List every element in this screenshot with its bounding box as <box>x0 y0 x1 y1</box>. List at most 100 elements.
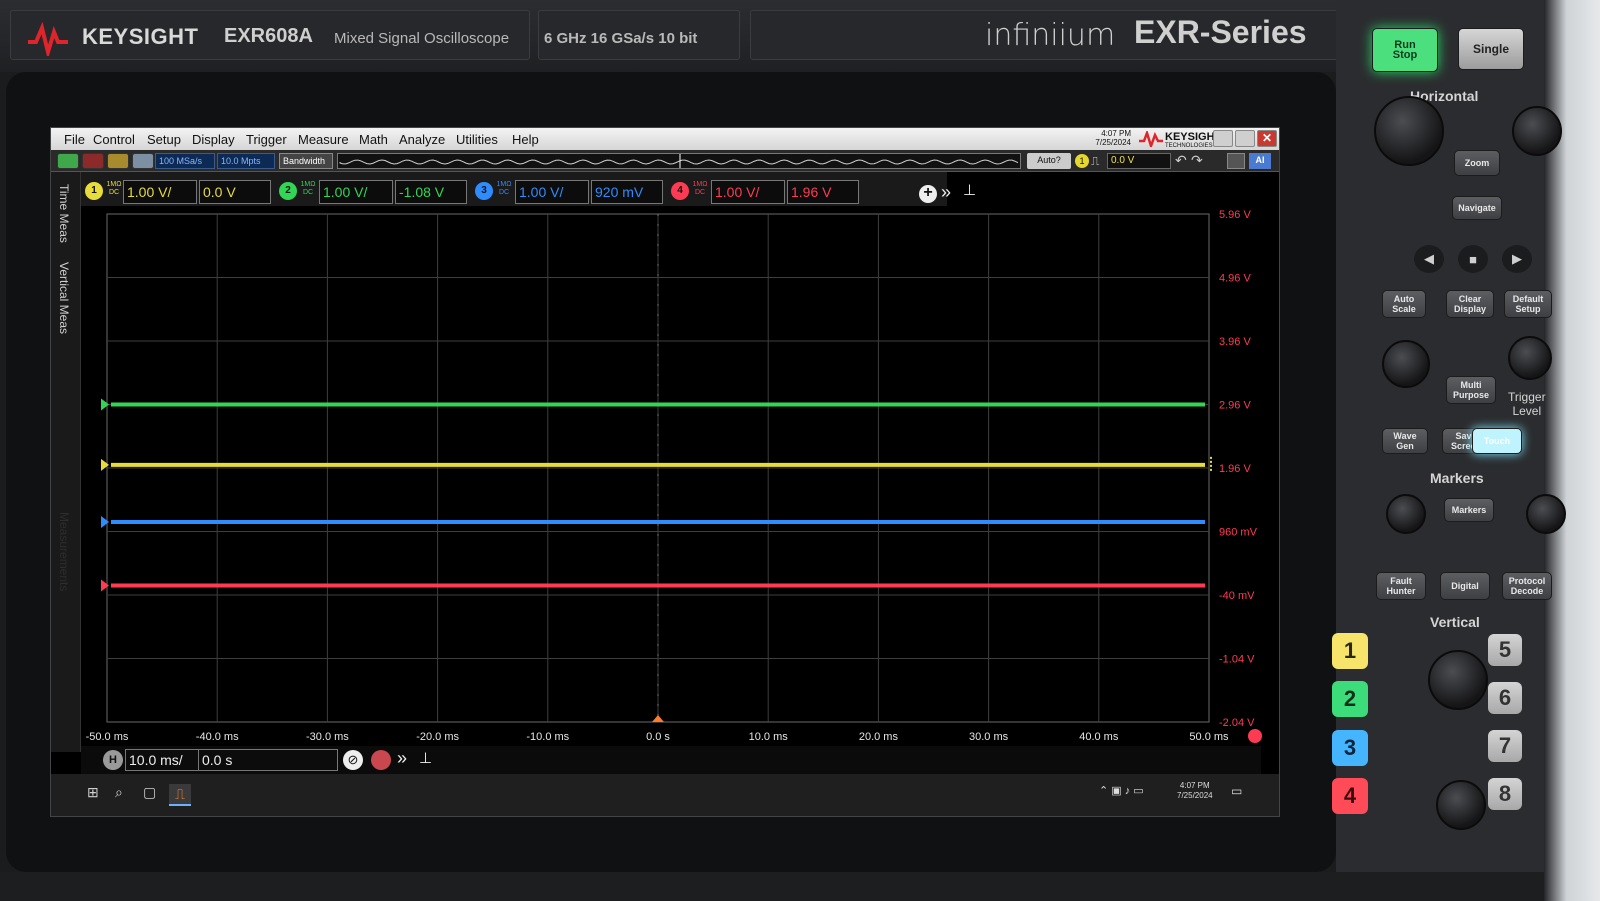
horizontal-position-field[interactable]: 0.0 s <box>198 749 338 771</box>
notification-icon[interactable]: ▭ <box>1231 784 1242 798</box>
memory-depth-field[interactable]: 10.0 Mpts <box>217 153 275 169</box>
channel-8-button[interactable]: 8 <box>1488 778 1522 810</box>
channel-3-button[interactable]: 3 <box>1332 730 1368 766</box>
menu-control[interactable]: Control <box>93 132 135 147</box>
channel-1-offset[interactable]: 0.0 V <box>199 180 271 204</box>
add-channel-icon[interactable]: + <box>919 185 937 203</box>
trigger-source-badge[interactable]: 1 <box>1075 154 1089 168</box>
windows-start-icon[interactable]: ⊞ <box>87 784 99 801</box>
single-button[interactable]: Single <box>1458 28 1524 70</box>
digital-button[interactable]: Digital <box>1440 572 1490 600</box>
chevron-right-icon[interactable]: » <box>941 182 951 203</box>
channel-1-badge[interactable]: 1 <box>85 182 103 200</box>
channel-3-offset[interactable]: 920 mV <box>591 180 663 204</box>
channel-3-badge[interactable]: 3 <box>475 182 493 200</box>
channel-1-scale[interactable]: 1.00 V/ <box>123 180 197 204</box>
close-button[interactable]: ✕ <box>1257 130 1277 147</box>
chevron-right-icon[interactable]: » <box>397 748 407 769</box>
taskbar-clock[interactable]: 4:07 PM 7/25/2024 <box>1177 781 1213 801</box>
nav-left-icon[interactable]: ◀ <box>1414 245 1444 273</box>
channel-4-badge[interactable]: 4 <box>671 182 689 200</box>
menu-trigger[interactable]: Trigger <box>246 132 287 147</box>
horizontal-scale-field[interactable]: 10.0 ms/ <box>125 749 200 771</box>
search-icon[interactable]: ⌕ <box>115 784 123 801</box>
acquisition-overview[interactable] <box>337 153 1021 169</box>
ai-assist-button[interactable]: AI <box>1249 153 1271 169</box>
redo-icon[interactable]: ↷ <box>1191 152 1203 169</box>
protocol-decode-button[interactable]: Protocol Decode <box>1502 572 1552 600</box>
toolbar-single-button[interactable] <box>107 153 129 169</box>
trigger-level-field[interactable]: 0.0 V <box>1107 153 1171 169</box>
run-stop-button[interactable]: Run Stop <box>1372 28 1438 72</box>
layout-icon[interactable] <box>1227 153 1245 169</box>
toolbar: 100 MSa/s 10.0 Mpts Bandwidth Auto? 1 ⎍ … <box>51 150 1279 172</box>
x-tick-label: -50.0 ms <box>86 731 129 743</box>
wave-gen-button[interactable]: Wave Gen <box>1382 428 1428 454</box>
waveform-grid[interactable]: 5.96 V 4.96 V 3.96 V 2.96 V 1.96 V 960 mV -40 … <box>51 206 1280 746</box>
default-setup-button[interactable]: Default Setup <box>1504 290 1552 318</box>
y-tick-label: -40 mV <box>1219 590 1255 602</box>
menu-display[interactable]: Display <box>192 132 235 147</box>
channel-1-button[interactable]: 1 <box>1332 633 1368 669</box>
pin-icon[interactable]: ⊥ <box>419 749 432 767</box>
maximize-button[interactable] <box>1235 130 1255 147</box>
channel-4-button[interactable]: 4 <box>1332 778 1368 814</box>
minimize-button[interactable] <box>1213 130 1233 147</box>
sample-rate-field[interactable]: 100 MSa/s <box>155 153 215 169</box>
channel-2-button[interactable]: 2 <box>1332 681 1368 717</box>
clear-display-button[interactable]: Clear Display <box>1446 290 1494 318</box>
menu-help[interactable]: Help <box>512 132 539 147</box>
horizontal-position-knob[interactable] <box>1512 106 1562 156</box>
zoom-button[interactable]: Zoom <box>1454 150 1500 176</box>
vertical-scale-knob[interactable] <box>1428 650 1488 710</box>
vertical-offset-knob[interactable] <box>1436 780 1486 830</box>
waveform-area[interactable]: 5.96 V 4.96 V 3.96 V 2.96 V 1.96 V 960 mV -40 … <box>51 206 1280 746</box>
navigate-button[interactable]: Navigate <box>1452 196 1502 220</box>
toolbar-stop-button[interactable] <box>82 153 104 169</box>
menu-analyze[interactable]: Analyze <box>399 132 445 147</box>
fault-hunter-button[interactable]: Fault Hunter <box>1376 572 1426 600</box>
markers-right-knob[interactable] <box>1526 494 1566 534</box>
system-tray-icons[interactable]: ⌃ ▣ ♪ ▭ <box>1099 784 1144 797</box>
x-tick-label: -30.0 ms <box>306 731 349 743</box>
menu-utilities[interactable]: Utilities <box>456 132 498 147</box>
auto-scale-button[interactable]: Auto Scale <box>1382 290 1426 318</box>
menu-math[interactable]: Math <box>359 132 388 147</box>
touch-button[interactable]: Touch <box>1472 428 1522 454</box>
nav-stop-icon[interactable]: ■ <box>1458 245 1488 273</box>
horizontal-scale-knob[interactable] <box>1374 96 1444 166</box>
undo-icon[interactable]: ↶ <box>1175 152 1187 169</box>
channel-4-offset[interactable]: 1.96 V <box>787 180 859 204</box>
zoom-icon[interactable]: ⊘ <box>343 750 363 770</box>
channel-4-scale[interactable]: 1.00 V/ <box>711 180 785 204</box>
multi-purpose-knob[interactable] <box>1382 340 1430 388</box>
task-view-icon[interactable]: ▢ <box>143 784 156 801</box>
bandwidth-button[interactable]: Bandwidth <box>279 153 333 169</box>
scope-app-icon[interactable]: ⎍ <box>169 784 191 806</box>
horizontal-badge[interactable]: H <box>103 750 123 770</box>
menu-setup[interactable]: Setup <box>147 132 181 147</box>
record-indicator-icon[interactable] <box>1248 729 1262 743</box>
y-tick-label: 5.96 V <box>1219 209 1251 221</box>
rising-edge-icon[interactable]: ⎍ <box>1091 154 1099 169</box>
markers-button[interactable]: Markers <box>1444 498 1494 522</box>
channel-5-button[interactable]: 5 <box>1488 634 1522 666</box>
toolbar-run-button[interactable] <box>57 153 79 169</box>
toolbar-tool-button[interactable] <box>132 153 154 169</box>
menu-file[interactable]: File <box>64 132 85 147</box>
markers-left-knob[interactable] <box>1386 494 1426 534</box>
pin-icon[interactable]: ⊥ <box>963 181 976 199</box>
channel-2-scale[interactable]: 1.00 V/ <box>319 180 393 204</box>
reference-icon[interactable] <box>371 750 391 770</box>
channel-6-button[interactable]: 6 <box>1488 682 1522 714</box>
channel-3-scale[interactable]: 1.00 V/ <box>515 180 589 204</box>
trigger-level-knob[interactable] <box>1508 336 1552 380</box>
nav-right-icon[interactable]: ▶ <box>1502 245 1532 273</box>
channel-2-offset[interactable]: -1.08 V <box>395 180 467 204</box>
x-tick-label: -20.0 ms <box>416 731 459 743</box>
menu-measure[interactable]: Measure <box>298 132 349 147</box>
trigger-mode-button[interactable]: Auto? <box>1027 153 1071 169</box>
channel-7-button[interactable]: 7 <box>1488 730 1522 762</box>
multi-purpose-button[interactable]: Multi Purpose <box>1446 376 1496 404</box>
channel-2-badge[interactable]: 2 <box>279 182 297 200</box>
